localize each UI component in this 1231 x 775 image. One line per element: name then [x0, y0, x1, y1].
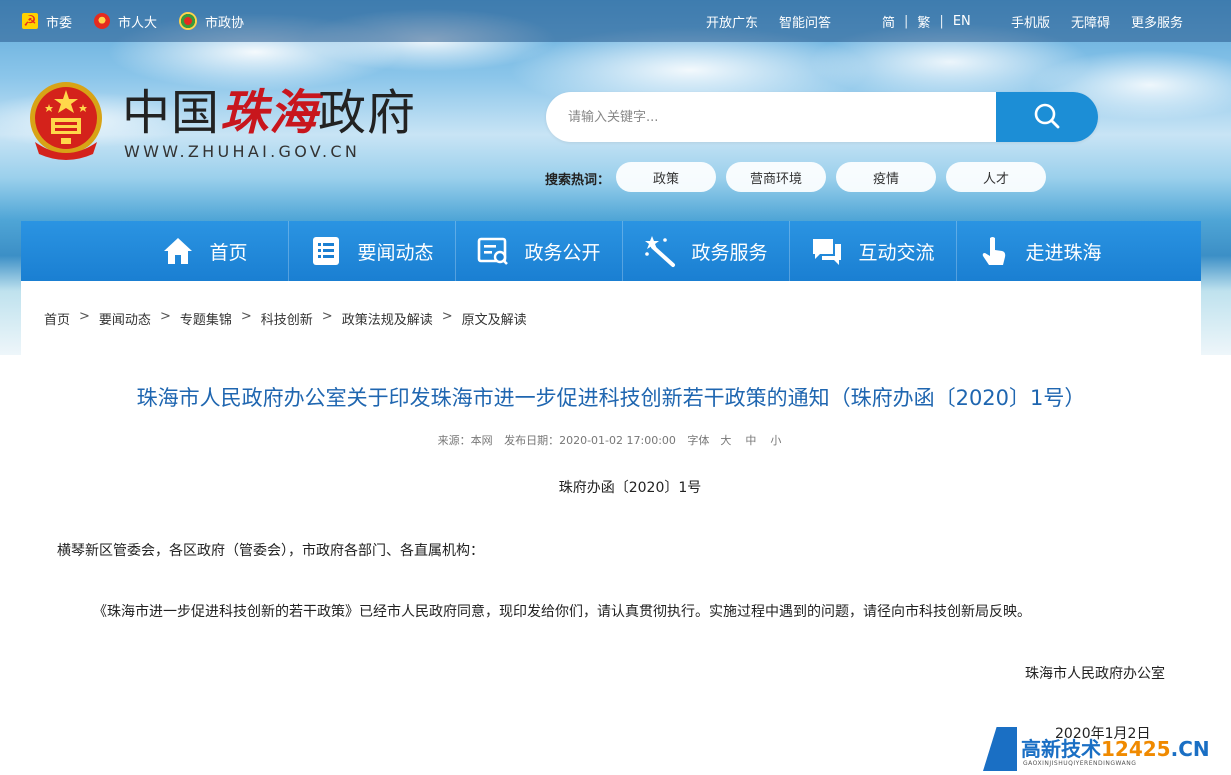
breadcrumb-separator: >	[79, 309, 90, 324]
title-prefix: 中国	[122, 85, 221, 141]
lang-separator: |	[904, 13, 909, 29]
nav-interaction[interactable]: 互动交流	[789, 221, 956, 281]
link-party-committee[interactable]: ☭ 市委	[22, 12, 72, 31]
breadcrumb-policies[interactable]: 政策法规及解读	[342, 309, 433, 328]
nav-gov-service[interactable]: 政务服务	[622, 221, 789, 281]
nav-news[interactable]: 要闻动态	[288, 221, 455, 281]
watermark-logo-icon	[983, 727, 1017, 771]
link-npc[interactable]: 市人大	[94, 12, 157, 31]
lang-simplified[interactable]: 简	[882, 12, 895, 31]
national-emblem-logo[interactable]	[27, 80, 105, 162]
nav-label: 走进珠海	[1025, 241, 1102, 264]
party-emblem-icon: ☭	[22, 12, 38, 30]
top-bar: ☭ 市委 市人大 市政协 开放广东 智能问答 简 | 繁 | EN 手机版 无障…	[0, 0, 1231, 42]
nav-label: 政务公开	[524, 241, 601, 264]
chat-icon	[810, 234, 844, 268]
breadcrumb-separator: >	[441, 309, 453, 324]
hot-word-policy[interactable]: 政策	[616, 162, 716, 192]
font-size-small[interactable]: 小	[770, 434, 781, 447]
top-mid-links: 开放广东 智能问答	[706, 12, 852, 31]
news-icon	[309, 234, 343, 268]
watermark-tld: .CN	[1170, 737, 1210, 761]
breadcrumb-separator: >	[321, 309, 333, 324]
nav-label: 首页	[209, 241, 248, 264]
article-source: 来源：本网	[437, 434, 493, 447]
font-size-large[interactable]: 大	[720, 434, 731, 447]
search-icon	[1032, 101, 1062, 134]
breadcrumb-home[interactable]: 首页	[44, 309, 70, 328]
link-label: 市人大	[118, 15, 158, 31]
article-addressee: 横琴新区管委会，各区政府（管委会），市政府各部门、各直属机构：	[57, 543, 484, 559]
article-title: 珠海市人民政府办公室关于印发珠海市进一步促进科技创新若干政策的通知（珠府办函〔2…	[136, 386, 1086, 410]
nav-home[interactable]: 首页	[121, 221, 288, 281]
hot-word-business-env[interactable]: 营商环境	[726, 162, 826, 192]
link-label: 市政协	[205, 15, 245, 31]
nav-label: 政务服务	[691, 241, 768, 264]
pointer-hand-icon	[977, 234, 1011, 268]
top-right-links: 手机版 无障碍 更多服务	[1011, 12, 1204, 31]
gov-open-icon	[476, 234, 510, 268]
hot-word-talent[interactable]: 人才	[946, 162, 1046, 192]
link-more-services[interactable]: 更多服务	[1131, 12, 1183, 31]
title-city: 珠海	[220, 85, 319, 141]
font-size-medium[interactable]: 中	[745, 434, 756, 447]
nav-label: 要闻动态	[357, 241, 434, 264]
breadcrumb-separator: >	[240, 309, 252, 324]
breadcrumb: 首页 > 要闻动态 > 专题集锦 > 科技创新 > 政策法规及解读 > 原文及解…	[44, 309, 527, 328]
site-url: WWW.ZHUHAI.GOV.CN	[124, 142, 361, 161]
title-suffix: 政府	[318, 85, 417, 141]
link-open-guangdong[interactable]: 开放广东	[706, 12, 758, 31]
article-signer: 珠海市人民政府办公室	[1025, 666, 1165, 682]
document-number: 珠府办函〔2020〕1号	[558, 480, 702, 496]
search-box	[546, 92, 1098, 142]
article-body: 《珠海市进一步促进科技创新的若干政策》已经市人民政府同意，现印发给你们，请认真贯…	[93, 604, 1031, 620]
link-smart-qa[interactable]: 智能问答	[779, 12, 831, 31]
link-mobile[interactable]: 手机版	[1011, 12, 1050, 31]
article-publish-date: 发布日期：2020-01-02 17:00:00	[504, 434, 676, 447]
language-switcher: 简 | 繁 | EN	[882, 12, 971, 31]
font-size-label: 字体	[687, 434, 710, 447]
link-cppcc[interactable]: 市政协	[179, 12, 244, 31]
lang-english[interactable]: EN	[953, 14, 971, 29]
search-input[interactable]	[546, 92, 996, 142]
hot-search-label: 搜索热词：	[545, 173, 611, 188]
main-nav: 首页 要闻动态 政务公开 政务服务 互动交流 走进珠海	[21, 221, 1201, 281]
breadcrumb-separator: >	[159, 309, 171, 324]
nav-about-zhuhai[interactable]: 走进珠海	[956, 221, 1123, 281]
breadcrumb-tech-innovation[interactable]: 科技创新	[261, 309, 313, 328]
watermark-number: 12425	[1101, 737, 1171, 761]
link-label: 市委	[46, 15, 73, 31]
site-title[interactable]: 中国珠海政府	[122, 85, 416, 141]
breadcrumb-topics[interactable]: 专题集锦	[180, 309, 232, 328]
breadcrumb-news[interactable]: 要闻动态	[99, 309, 151, 328]
service-wand-icon	[643, 234, 677, 268]
hot-word-epidemic[interactable]: 疫情	[836, 162, 936, 192]
top-left-links: ☭ 市委 市人大 市政协	[0, 12, 266, 31]
nav-label: 互动交流	[858, 241, 935, 264]
watermark-text: 高新技术12425.CN	[1021, 737, 1210, 761]
cppcc-emblem-icon	[179, 12, 198, 30]
link-accessibility[interactable]: 无障碍	[1071, 12, 1110, 31]
nav-gov-open[interactable]: 政务公开	[455, 221, 622, 281]
watermark-cn: 高新技术	[1021, 737, 1101, 761]
article-meta: 来源：本网 发布日期：2020-01-02 17:00:00 字体大 中 小	[21, 432, 1201, 448]
site-watermark: 高新技术12425.CN GAOXINJISHUQIYERENDINGWANG	[983, 724, 1229, 774]
breadcrumb-original-text[interactable]: 原文及解读	[462, 309, 527, 328]
watermark-subtext: GAOXINJISHUQIYERENDINGWANG	[1023, 760, 1137, 767]
article-panel: 首页 > 要闻动态 > 专题集锦 > 科技创新 > 政策法规及解读 > 原文及解…	[21, 281, 1201, 775]
search-button[interactable]	[996, 92, 1098, 142]
lang-separator: |	[939, 13, 944, 29]
home-icon	[161, 234, 195, 268]
lang-traditional[interactable]: 繁	[917, 12, 930, 31]
national-emblem-icon	[94, 13, 111, 29]
